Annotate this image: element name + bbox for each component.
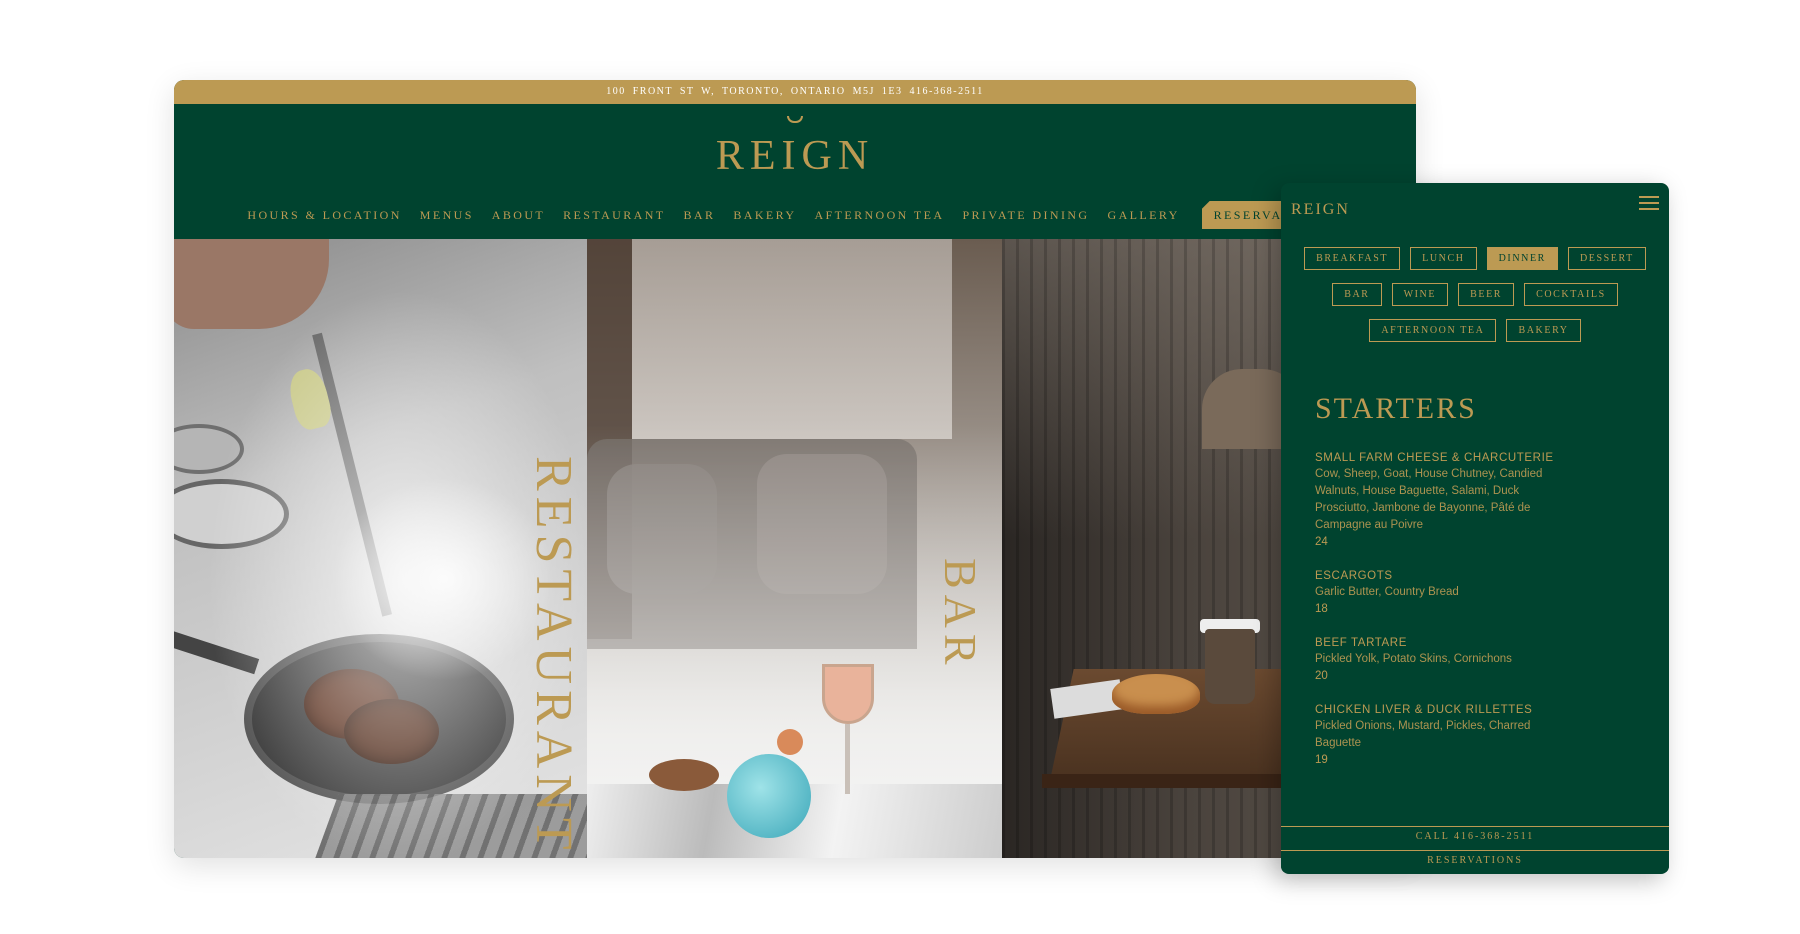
nav-gallery[interactable]: GALLERY [1108, 208, 1180, 223]
tab-cocktails[interactable]: COCKTAILS [1524, 283, 1618, 306]
item-description: Pickled Yolk, Potato Skins, Cornichons [1315, 653, 1512, 665]
tab-afternoon-tea[interactable]: AFTERNOON TEA [1369, 319, 1497, 342]
mobile-header: REIGN [1281, 183, 1669, 223]
list-item: ESCARGOTS Garlic Butter, Country Bread 1… [1315, 568, 1575, 618]
mobile-reservations-button[interactable]: RESERVATIONS [1281, 850, 1669, 872]
tab-bar[interactable]: BAR [1332, 283, 1382, 306]
hamburger-icon[interactable] [1639, 195, 1659, 211]
nav-bar[interactable]: BAR [684, 208, 716, 223]
glass-stem-image [845, 724, 850, 794]
item-name: SMALL FARM CHEESE & CHARCUTERIE [1315, 452, 1554, 464]
snack-plate-image [649, 759, 719, 791]
item-price: 18 [1315, 603, 1328, 615]
list-item: BEEF TARTARE Pickled Yolk, Potato Skins,… [1315, 635, 1575, 685]
tab-wine[interactable]: WINE [1391, 283, 1449, 306]
pink-cocktail-image [822, 664, 874, 724]
site-header: REIGN HOURS & LOCATION MENUS ABOUT RESTA… [174, 104, 1416, 239]
item-name: ESCARGOTS [1315, 570, 1393, 582]
nav-bakery[interactable]: BAKERY [733, 208, 796, 223]
mobile-logo[interactable]: REIGN [1291, 201, 1350, 219]
item-price: 20 [1315, 670, 1328, 682]
nav-menus[interactable]: MENUS [420, 208, 474, 223]
garnish-image [777, 729, 803, 755]
tab-breakfast[interactable]: BREAKFAST [1304, 247, 1401, 270]
nav-hours-location[interactable]: HOURS & LOCATION [247, 208, 401, 223]
hero-panels [174, 239, 1416, 858]
nav-restaurant[interactable]: RESTAURANT [563, 208, 665, 223]
mobile-mockup: REIGN BREAKFAST LUNCH DINNER DESSERT BAR… [1281, 183, 1669, 874]
nav-afternoon-tea[interactable]: AFTERNOON TEA [814, 208, 944, 223]
list-item: CHICKEN LIVER & DUCK RILLETTES Pickled O… [1315, 702, 1575, 769]
blue-cocktail-image [727, 754, 811, 838]
nav-private-dining[interactable]: PRIVATE DINING [962, 208, 1089, 223]
tab-lunch[interactable]: LUNCH [1410, 247, 1477, 270]
item-description: Garlic Butter, Country Bread [1315, 586, 1459, 598]
restaurant-label[interactable]: RESTAURANT [524, 456, 583, 856]
menu-category-tabs: BREAKFAST LUNCH DINNER DESSERT BAR WINE … [1281, 247, 1669, 342]
tab-dinner[interactable]: DINNER [1486, 247, 1558, 270]
main-nav: HOURS & LOCATION MENUS ABOUT RESTAURANT … [174, 201, 1416, 229]
item-description: Pickled Onions, Mustard, Pickles, Charre… [1315, 720, 1531, 749]
tab-dessert[interactable]: DESSERT [1567, 247, 1646, 270]
bar-label[interactable]: BAR [934, 558, 987, 671]
item-price: 19 [1315, 754, 1328, 766]
item-price: 24 [1315, 536, 1328, 548]
address-bar: 100 FRONT ST W, TORONTO, ONTARIO M5J 1E3… [174, 80, 1416, 104]
crown-icon [787, 116, 803, 123]
tab-beer[interactable]: BEER [1458, 283, 1515, 306]
item-description: Cow, Sheep, Goat, House Chutney, Candied… [1315, 468, 1543, 531]
section-title: STARTERS [1315, 392, 1477, 425]
bar-panel[interactable] [587, 239, 1002, 858]
item-name: CHICKEN LIVER & DUCK RILLETTES [1315, 704, 1533, 716]
call-button[interactable]: CALL 416-368-2511 [1281, 826, 1669, 848]
list-item: SMALL FARM CHEESE & CHARCUTERIE Cow, She… [1315, 450, 1575, 551]
croissant-image [1112, 674, 1200, 714]
site-logo[interactable]: REIGN [174, 132, 1416, 180]
menu-list: SMALL FARM CHEESE & CHARCUTERIE Cow, She… [1315, 450, 1575, 769]
nav-about[interactable]: ABOUT [492, 208, 545, 223]
item-name: BEEF TARTARE [1315, 637, 1407, 649]
coffee-cup-image [1205, 629, 1255, 704]
tab-bakery[interactable]: BAKERY [1506, 319, 1581, 342]
desktop-mockup: 100 FRONT ST W, TORONTO, ONTARIO M5J 1E3… [174, 80, 1416, 858]
